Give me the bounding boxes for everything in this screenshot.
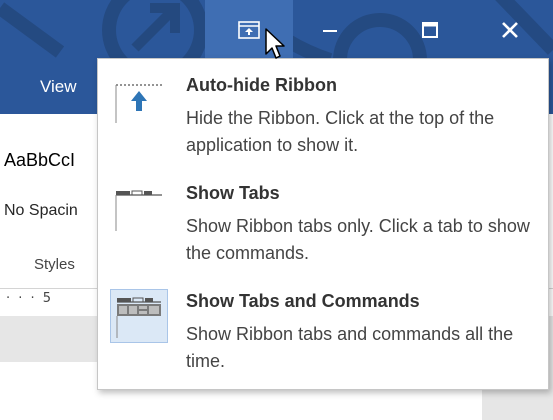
- close-icon: [502, 22, 518, 38]
- show-tabs-and-commands-icon: [110, 289, 168, 343]
- ribbon-display-options-menu: Auto-hide Ribbon Hide the Ribbon. Click …: [97, 58, 549, 390]
- styles-group-label: Styles: [34, 256, 75, 273]
- show-tabs-icon: [110, 181, 168, 235]
- style-gallery-sample[interactable]: AaBbCcI: [4, 150, 75, 171]
- tab-view-label: View: [40, 77, 77, 96]
- menu-item-title: Auto-hide Ribbon: [186, 75, 337, 95]
- maximize-icon: [422, 22, 438, 38]
- ribbon-display-options-icon: [238, 21, 260, 39]
- style-gallery-name[interactable]: No Spacin: [4, 202, 78, 220]
- mouse-cursor-icon: [265, 28, 285, 59]
- menu-item-title: Show Tabs and Commands: [186, 291, 420, 311]
- minimize-button[interactable]: [295, 0, 365, 60]
- minimize-icon: [323, 30, 337, 32]
- auto-hide-ribbon-icon: [110, 73, 168, 127]
- close-button[interactable]: [475, 0, 545, 60]
- ruler-ticks: · · · 5: [6, 291, 54, 306]
- menu-item-description: Show Ribbon tabs only. Click a tab to sh…: [186, 216, 530, 263]
- menu-item-description: Show Ribbon tabs and commands all the ti…: [186, 324, 514, 371]
- menu-item-auto-hide-ribbon[interactable]: Auto-hide Ribbon Hide the Ribbon. Click …: [98, 65, 548, 171]
- menu-item-show-tabs[interactable]: Show Tabs Show Ribbon tabs only. Click a…: [98, 173, 548, 279]
- menu-item-description: Hide the Ribbon. Click at the top of the…: [186, 108, 495, 155]
- maximize-button[interactable]: [395, 0, 465, 60]
- menu-item-title: Show Tabs: [186, 183, 280, 203]
- tab-view[interactable]: View: [40, 60, 77, 114]
- menu-item-show-tabs-and-commands[interactable]: Show Tabs and Commands Show Ribbon tabs …: [98, 281, 548, 387]
